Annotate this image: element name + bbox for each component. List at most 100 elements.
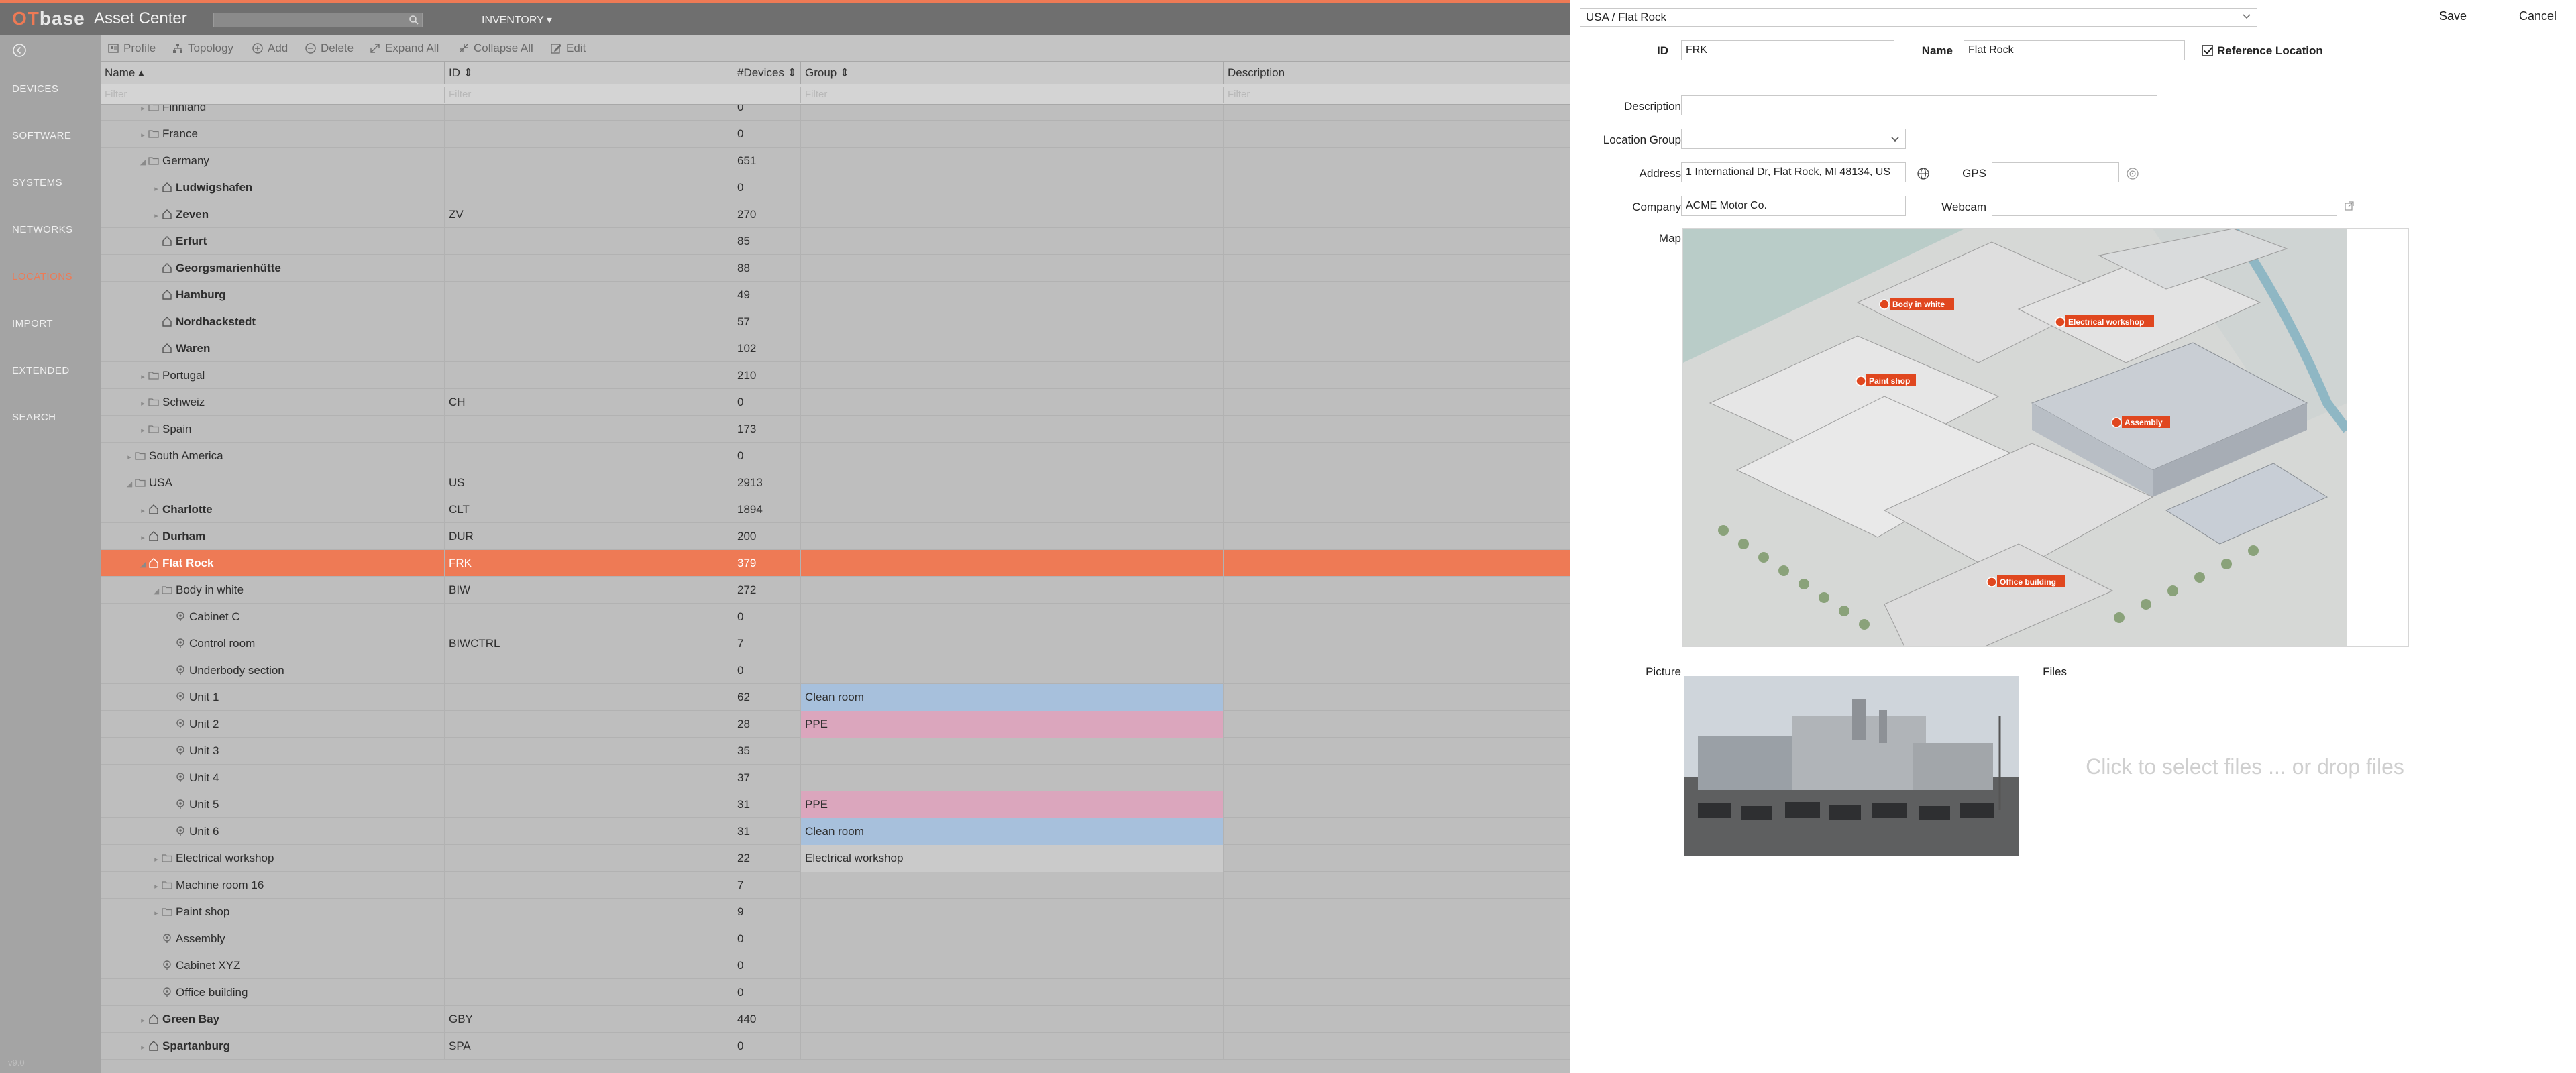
tree-toggle-icon[interactable]: ▸ [138,417,148,443]
tree-row[interactable]: ▸ South America 0 [101,443,1570,469]
gps-field[interactable] [1992,162,2119,182]
tree-toggle-icon[interactable]: ▸ [138,122,148,148]
edit-button[interactable]: Edit [550,41,586,56]
cancel-button[interactable]: Cancel [2519,9,2557,23]
column-header-name[interactable]: Name ▴ [101,62,445,84]
tree-row[interactable]: ▸ Charlotte CLT 1894 [101,496,1570,523]
tree-row[interactable]: Unit 3 35 [101,738,1570,765]
location-breadcrumb-select[interactable]: USA / Flat Rock [1580,8,2257,27]
tree-row[interactable]: Unit 5 31 PPE [101,791,1570,818]
tree-toggle-icon[interactable]: ▸ [138,524,148,550]
tree-row[interactable]: ▸ Schweiz CH 0 [101,389,1570,416]
tree-row[interactable]: Nordhackstedt 57 [101,308,1570,335]
globe-icon[interactable] [1917,167,1930,180]
tree-row[interactable]: Unit 1 62 Clean room [101,684,1570,711]
tree-row[interactable]: Assembly 0 [101,925,1570,952]
file-drop-zone[interactable]: Click to select files ... or drop files [2078,663,2412,870]
column-header-description[interactable]: Description [1224,62,1570,84]
filter-id[interactable]: Filter [445,87,733,103]
sidebar-item-locations[interactable]: LOCATIONS [12,271,72,282]
site-map[interactable]: Body in white Electrical workshop Paint … [1682,226,2409,647]
sidebar-item-devices[interactable]: DEVICES [12,83,58,95]
inventory-menu[interactable]: INVENTORY ▾ [482,13,552,27]
tree-toggle-icon[interactable]: ▸ [152,900,161,925]
tree-toggle-icon[interactable]: ▸ [138,363,148,389]
tree-row[interactable]: ▸ Paint shop 9 [101,899,1570,925]
tree-toggle-icon[interactable]: ▸ [138,1034,148,1060]
expand-all-button[interactable]: Expand All [369,41,439,56]
sidebar-item-extended[interactable]: EXTENDED [12,365,70,376]
delete-button[interactable]: Delete [305,41,354,56]
profile-button[interactable]: Profile [107,41,156,56]
filter-name[interactable]: Filter [101,87,445,103]
tree-row[interactable]: ▸ Spain 173 [101,416,1570,443]
tree-toggle-icon[interactable]: ◢ [152,578,161,604]
map-marker-electrical-workshop[interactable]: Electrical workshop [2055,315,2154,327]
tree-row[interactable]: Cabinet XYZ 0 [101,952,1570,979]
tree-row[interactable]: ▸ Electrical workshop 22 Electrical worksho… [101,845,1570,872]
name-field[interactable]: Flat Rock [1964,40,2185,60]
tree-row[interactable]: ▸ Green Bay GBY 440 [101,1006,1570,1033]
sidebar-item-import[interactable]: IMPORT [12,318,53,329]
tree-toggle-icon[interactable]: ▸ [152,176,161,201]
map-marker-body-in-white[interactable]: Body in white [1879,298,1954,310]
reference-location-checkbox[interactable] [2202,45,2213,56]
tree-row[interactable]: ◢ USA US 2913 [101,469,1570,496]
tree-row[interactable]: ◢ Body in white BIW 272 [101,577,1570,604]
add-button[interactable]: Add [252,41,288,56]
tree-row[interactable]: Unit 2 28 PPE [101,711,1570,738]
tree-row[interactable]: Unit 6 31 Clean room [101,818,1570,845]
tree-toggle-icon[interactable]: ▸ [138,498,148,523]
filter-devices[interactable] [733,87,801,103]
tree-toggle-icon[interactable]: ▸ [138,1007,148,1033]
tree-toggle-icon[interactable]: ▸ [152,846,161,872]
id-field[interactable]: FRK [1681,40,1894,60]
tree-toggle-icon[interactable]: ◢ [125,471,134,496]
sidebar-item-search[interactable]: SEARCH [12,412,56,423]
tree-row[interactable]: Control room BIWCTRL 7 [101,630,1570,657]
company-field[interactable]: ACME Motor Co. [1681,196,1906,216]
webcam-field[interactable] [1992,196,2337,216]
tree-toggle-icon[interactable]: ◢ [138,551,148,577]
tree-row[interactable]: Georgsmarienhütte 88 [101,255,1570,282]
tree-row[interactable]: ▸ Spartanburg SPA 0 [101,1033,1570,1060]
tree-row[interactable]: Hamburg 49 [101,282,1570,308]
column-header-id[interactable]: ID ⇕ [445,62,733,84]
column-header-devices[interactable]: #Devices ⇕ [733,62,801,84]
tree-row[interactable]: Unit 4 37 [101,765,1570,791]
search-icon[interactable] [409,15,419,25]
search-input[interactable] [214,13,402,27]
tree-toggle-icon[interactable]: ▸ [152,873,161,899]
sidebar-toggle-icon[interactable] [12,43,27,58]
tree-row[interactable]: ▸ France 0 [101,121,1570,148]
filter-description[interactable]: Filter [1224,87,1570,103]
tree-toggle-icon[interactable]: ▸ [138,390,148,416]
tree-row[interactable]: ◢ Flat Rock FRK 379 [101,550,1570,577]
tree-row[interactable]: Waren 102 [101,335,1570,362]
location-target-icon[interactable] [2126,167,2139,180]
external-link-icon[interactable] [2343,200,2355,212]
tree-row[interactable]: Cabinet C 0 [101,604,1570,630]
save-button[interactable]: Save [2439,9,2467,23]
tree-toggle-icon[interactable]: ◢ [138,149,148,174]
description-field[interactable] [1681,95,2157,115]
filter-group[interactable]: Filter [801,87,1224,103]
sidebar-item-software[interactable]: SOFTWARE [12,130,71,142]
tree-row[interactable]: ▸ Finnland 0 [101,105,1570,121]
location-group-select[interactable] [1681,129,1906,149]
map-marker-office-building[interactable]: Office building [1986,575,2065,587]
tree-row[interactable]: ▸ Portugal 210 [101,362,1570,389]
sidebar-item-networks[interactable]: NETWORKS [12,224,73,235]
tree-row[interactable]: ▸ Ludwigshafen 0 [101,174,1570,201]
tree-row[interactable]: ▸ Durham DUR 200 [101,523,1570,550]
tree-row[interactable]: ▸ Machine room 16 7 [101,872,1570,899]
sidebar-item-systems[interactable]: SYSTEMS [12,177,62,188]
tree-toggle-icon[interactable]: ▸ [138,105,148,121]
tree-row[interactable]: Office building 0 [101,979,1570,1006]
tree-toggle-icon[interactable]: ▸ [125,444,134,469]
tree-row[interactable]: Underbody section 0 [101,657,1570,684]
tree-row[interactable]: ▸ Zeven ZV 270 [101,201,1570,228]
tree-row[interactable]: Erfurt 85 [101,228,1570,255]
location-picture[interactable] [1684,676,2019,856]
tree-toggle-icon[interactable]: ▸ [152,203,161,228]
